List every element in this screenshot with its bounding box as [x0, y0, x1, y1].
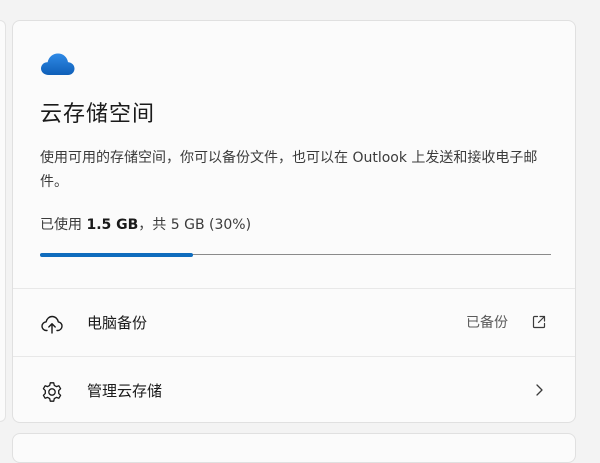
manage-storage-label: 管理云存储 — [87, 382, 163, 400]
cloud-icon — [41, 53, 75, 75]
row-divider — [13, 356, 575, 357]
chevron-right-icon — [536, 384, 543, 396]
external-link-icon — [532, 315, 546, 329]
usage-used-amount: 1.5 GB — [86, 217, 139, 233]
adjacent-card-edge — [0, 20, 6, 422]
storage-usage-text: 已使用 1.5 GB，共 5 GB (30%) — [40, 214, 251, 236]
next-card-edge — [12, 433, 576, 463]
manage-storage-row[interactable]: 管理云存储 — [13, 358, 575, 422]
usage-suffix: ，共 5 GB (30%) — [138, 217, 252, 233]
cloud-storage-card: 云存储空间 使用可用的存储空间，你可以备份文件，也可以在 Outlook 上发送… — [12, 20, 576, 423]
usage-prefix: 已使用 — [40, 217, 87, 233]
storage-progress-bar — [40, 253, 551, 257]
cloud-upload-icon — [41, 315, 63, 334]
gear-icon — [42, 382, 62, 402]
storage-progress-fill — [40, 253, 194, 257]
pc-backup-row[interactable]: 电脑备份 已备份 — [13, 290, 575, 356]
card-title: 云存储空间 — [40, 102, 156, 127]
pc-backup-label: 电脑备份 — [87, 314, 148, 332]
storage-description: 使用可用的存储空间，你可以备份文件，也可以在 Outlook 上发送和接收电子邮… — [40, 150, 538, 190]
pc-backup-status: 已备份 — [466, 315, 508, 331]
section-divider — [13, 288, 575, 289]
